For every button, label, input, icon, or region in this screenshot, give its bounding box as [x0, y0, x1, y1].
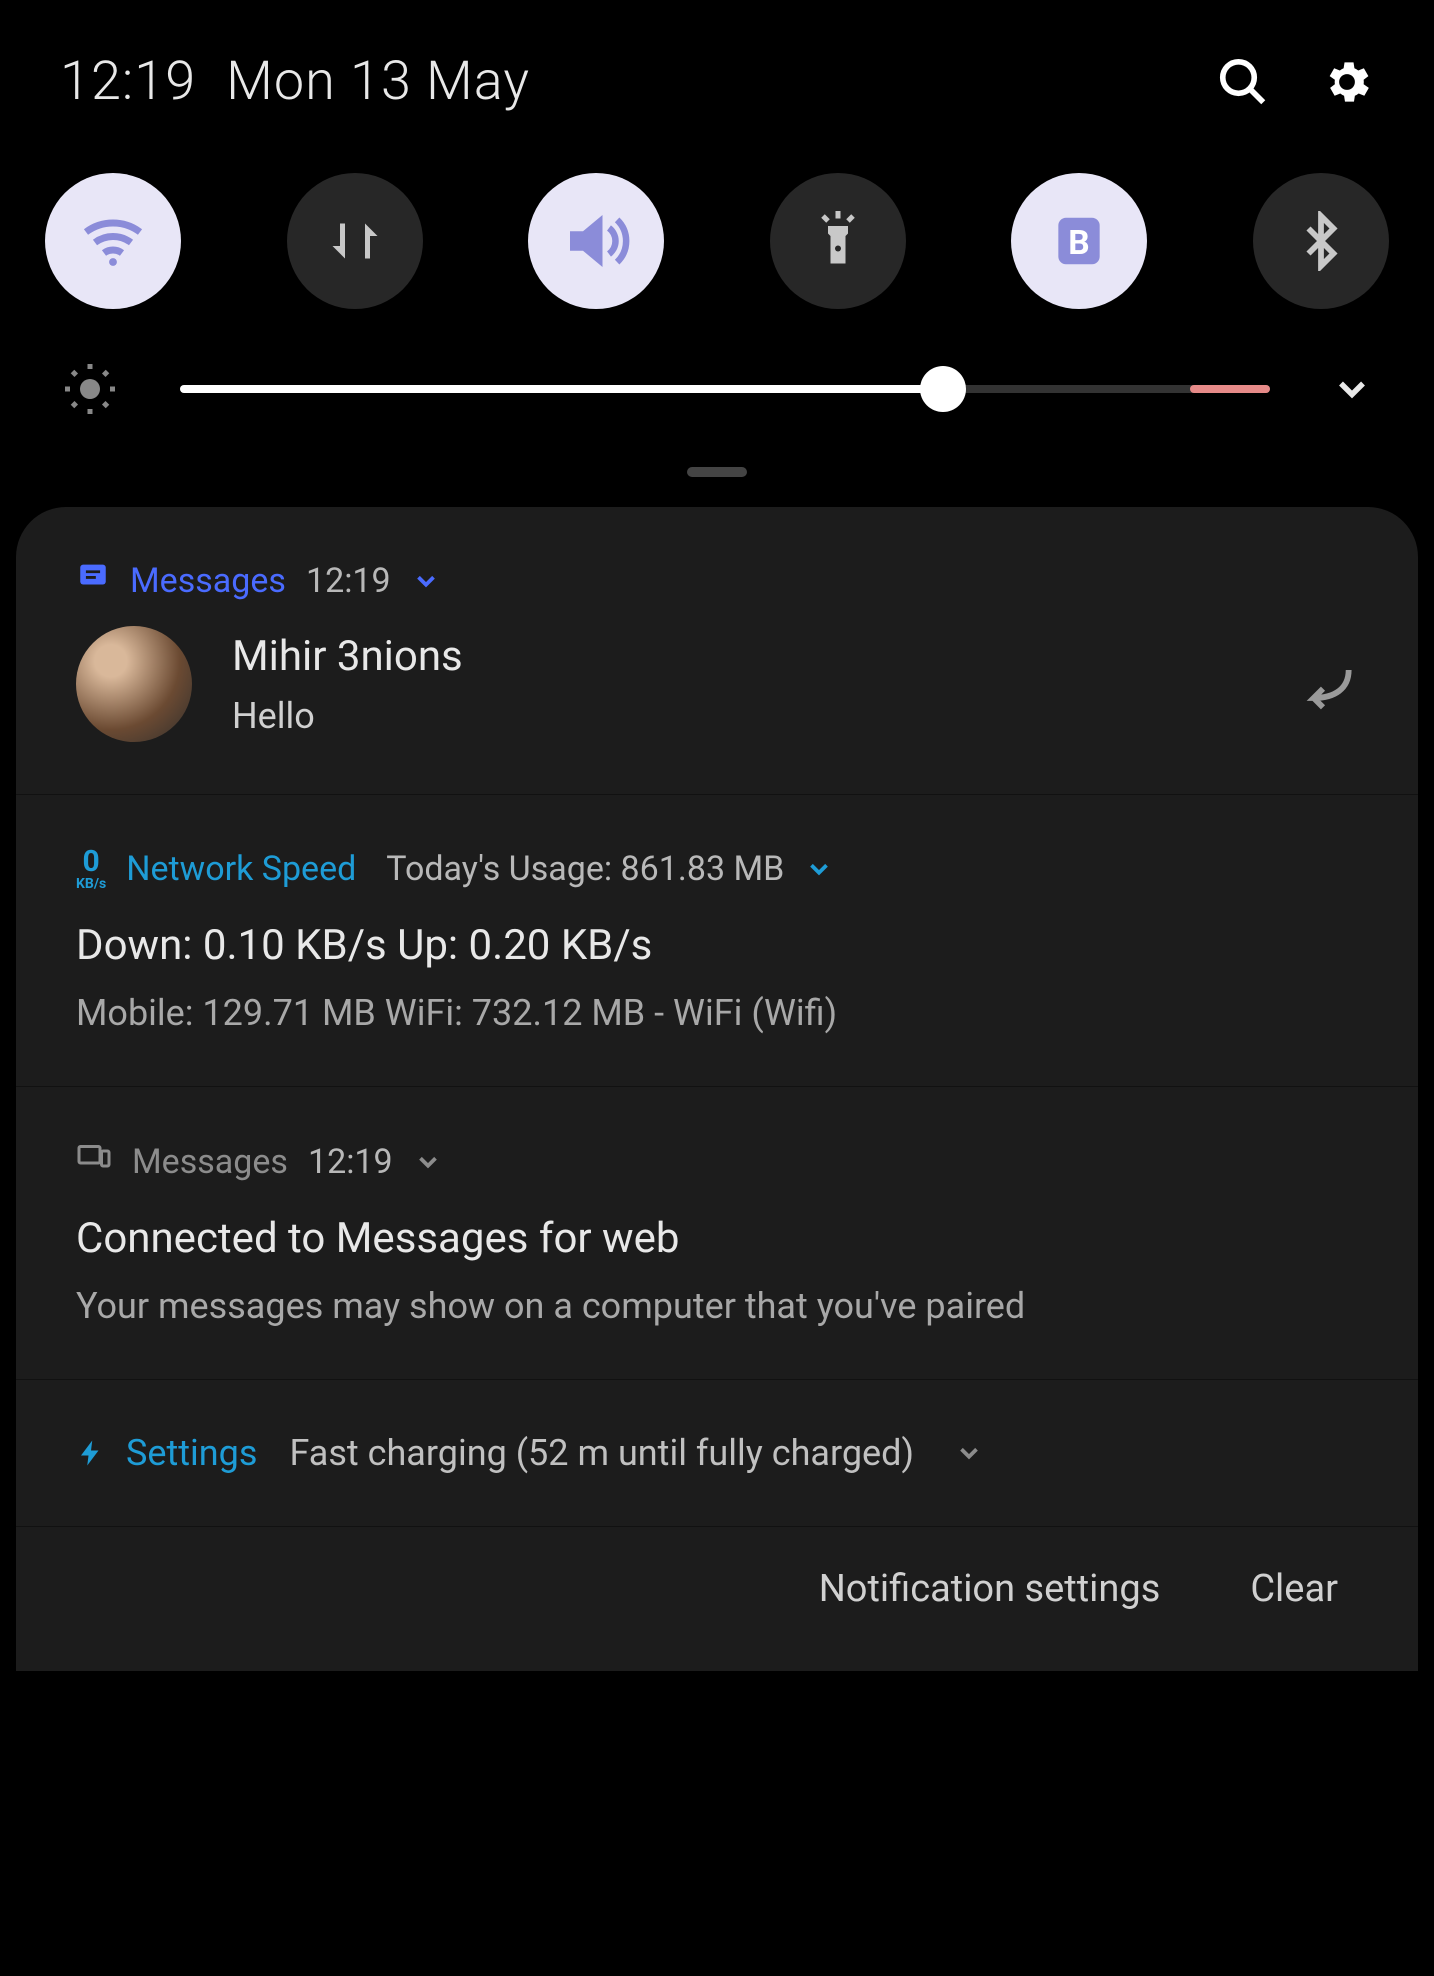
- flashlight-icon: [808, 211, 868, 271]
- brightness-slider[interactable]: [180, 385, 1270, 393]
- data-icon: [325, 211, 385, 271]
- bluetooth-icon: [1291, 211, 1351, 271]
- speaker-icon: [557, 202, 635, 280]
- mobile-data-toggle[interactable]: [287, 173, 423, 309]
- flashlight-toggle[interactable]: [770, 173, 906, 309]
- app-name: Messages: [130, 561, 286, 601]
- notification-body: Your messages may show on a computer tha…: [76, 1285, 1358, 1327]
- sender-name: Mihir 3nions: [232, 632, 463, 681]
- collapse-icon[interactable]: [413, 1147, 443, 1177]
- app-name: Settings: [126, 1432, 257, 1474]
- notification-time: 12:19: [308, 1142, 393, 1182]
- notification-messages-web[interactable]: Messages 12:19 Connected to Messages for…: [16, 1087, 1418, 1380]
- expand-quick-settings[interactable]: [1330, 367, 1374, 411]
- brightness-icon: [60, 359, 120, 419]
- notification-messages[interactable]: Messages 12:19 Mihir 3nions Hello: [16, 507, 1418, 795]
- blue-light-toggle[interactable]: B: [1011, 173, 1147, 309]
- drag-handle[interactable]: [687, 467, 747, 477]
- bolt-icon: [76, 1438, 106, 1468]
- notification-network-speed[interactable]: 0 KB/s Network Speed Today's Usage: 861.…: [16, 795, 1418, 1087]
- sound-toggle[interactable]: [528, 173, 664, 309]
- gear-icon[interactable]: [1320, 55, 1374, 109]
- wifi-icon: [77, 205, 149, 277]
- notification-settings-button[interactable]: Notification settings: [819, 1567, 1161, 1611]
- network-speed-icon: 0 KB/s: [76, 847, 106, 891]
- devices-icon: [76, 1139, 112, 1184]
- message-preview: Hello: [232, 695, 463, 737]
- notification-time: 12:19: [306, 561, 391, 601]
- bluetooth-toggle[interactable]: [1253, 173, 1389, 309]
- status-time: 12:19: [60, 50, 196, 113]
- collapse-icon[interactable]: [804, 854, 834, 884]
- app-name: Messages: [132, 1142, 288, 1182]
- app-name: Network Speed: [126, 849, 356, 889]
- clear-button[interactable]: Clear: [1250, 1567, 1338, 1611]
- messages-app-icon: [76, 559, 110, 602]
- status-date: Mon 13 May: [226, 50, 530, 113]
- collapse-icon[interactable]: [954, 1438, 984, 1468]
- charging-status: Fast charging (52 m until fully charged): [289, 1432, 914, 1474]
- sender-avatar: [76, 626, 192, 742]
- blue-light-icon: B: [1048, 210, 1110, 272]
- wifi-toggle[interactable]: [45, 173, 181, 309]
- svg-text:B: B: [1069, 224, 1090, 263]
- search-icon[interactable]: [1216, 55, 1270, 109]
- reply-icon[interactable]: [1302, 656, 1358, 712]
- network-usage-line: Mobile: 129.71 MB WiFi: 732.12 MB - WiFi…: [76, 992, 1358, 1034]
- network-speed-line: Down: 0.10 KB/s Up: 0.20 KB/s: [76, 921, 1358, 970]
- notification-charging[interactable]: Settings Fast charging (52 m until fully…: [16, 1380, 1418, 1527]
- notification-subtitle: Today's Usage: 861.83 MB: [386, 849, 784, 889]
- notification-title: Connected to Messages for web: [76, 1214, 1358, 1263]
- collapse-icon[interactable]: [411, 566, 441, 596]
- notification-panel: Messages 12:19 Mihir 3nions Hello 0 KB/s…: [16, 507, 1418, 1671]
